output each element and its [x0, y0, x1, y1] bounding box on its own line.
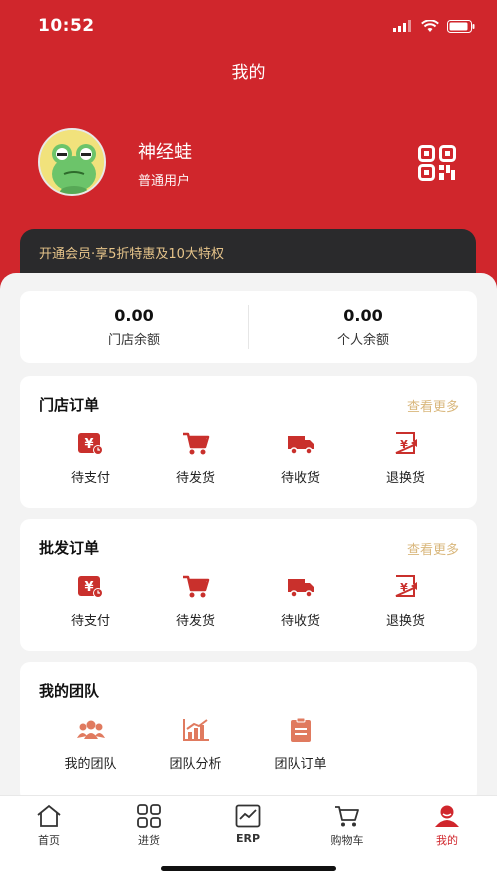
- order-label: 退换货: [385, 614, 425, 629]
- tab-label: ERP: [235, 832, 261, 845]
- view-more-link[interactable]: 查看更多: [407, 539, 459, 558]
- cart-icon: [182, 432, 209, 455]
- order-pending-receipt[interactable]: 待收货: [248, 431, 353, 486]
- order-returns[interactable]: ¥ 退换货: [353, 431, 458, 486]
- user-name: 神经蛙: [138, 142, 192, 163]
- order-pending-shipment[interactable]: 待发货: [143, 574, 248, 629]
- truck-icon: [287, 436, 314, 455]
- personal-balance[interactable]: 0.00 个人余额: [249, 291, 477, 363]
- order-label: 待支付: [70, 614, 110, 629]
- wifi-icon: [421, 19, 439, 32]
- tab-erp[interactable]: ERP: [213, 804, 283, 845]
- order-pending-payment[interactable]: ¥ 待支付: [38, 574, 143, 629]
- vip-banner-text: 开通会员·享5折特惠及10大特权: [39, 247, 224, 262]
- cart-icon: [335, 806, 359, 827]
- store-balance[interactable]: 0.00 门店余额: [20, 291, 248, 363]
- tab-label: 进货: [138, 834, 160, 847]
- balance-value: 0.00: [114, 306, 154, 325]
- signal-icon: [393, 20, 411, 32]
- store-orders-card: 门店订单 查看更多 ¥ 待支付 待发货 待收货 ¥ 退换货: [20, 376, 477, 508]
- tab-home[interactable]: 首页: [14, 804, 84, 848]
- svg-text:¥: ¥: [84, 580, 93, 595]
- order-returns[interactable]: ¥ 退换货: [353, 574, 458, 629]
- view-more-link[interactable]: 查看更多: [407, 396, 459, 415]
- home-indicator: [161, 866, 336, 871]
- order-label: 待发货: [175, 614, 215, 629]
- user-role: 普通用户: [138, 174, 191, 189]
- erp-icon: [235, 804, 261, 828]
- wholesale-orders-card: 批发订单 查看更多 ¥ 待支付 待发货 待收货 ¥ 退换货: [20, 519, 477, 651]
- order-label: 退换货: [385, 471, 425, 486]
- chart-icon: [182, 719, 209, 741]
- status-bar: 10:52: [38, 14, 475, 38]
- return-icon: ¥: [395, 432, 417, 454]
- order-label: 待收货: [280, 614, 320, 629]
- balance-value: 0.00: [343, 306, 383, 325]
- clipboard-icon: [290, 717, 311, 742]
- section-title: 门店订单: [39, 396, 100, 414]
- return-icon: ¥: [395, 575, 417, 597]
- tab-cart[interactable]: 购物车: [312, 804, 382, 848]
- order-pending-receipt[interactable]: 待收货: [248, 574, 353, 629]
- order-pending-shipment[interactable]: 待发货: [143, 431, 248, 486]
- tab-label: 我的: [436, 834, 458, 847]
- section-title: 我的团队: [39, 682, 100, 700]
- balance-label: 门店余额: [107, 333, 160, 348]
- tab-mine[interactable]: 我的: [412, 804, 482, 848]
- main-content: 0.00 门店余额 0.00 个人余额 门店订单 查看更多 ¥ 待支付 待发货 …: [0, 273, 497, 802]
- tab-label: 购物车: [330, 834, 364, 847]
- order-label: 待收货: [280, 471, 320, 486]
- order-label: 待支付: [70, 471, 110, 486]
- team-analysis[interactable]: 团队分析: [143, 717, 248, 772]
- team-label: 团队订单: [274, 757, 327, 772]
- svg-text:¥: ¥: [84, 437, 93, 452]
- grid-icon: [137, 804, 161, 828]
- team-card: 我的团队 我的团队 团队分析 团队订单: [20, 662, 477, 802]
- status-time: 10:52: [38, 16, 95, 36]
- page-title: 我的: [231, 63, 266, 83]
- user-icon: [435, 805, 459, 827]
- home-icon: [37, 804, 61, 827]
- order-label: 待发货: [175, 471, 215, 486]
- team-label: 团队分析: [169, 757, 222, 772]
- tab-stock[interactable]: 进货: [114, 804, 184, 848]
- battery-icon: [447, 19, 475, 33]
- section-title: 批发订单: [39, 539, 100, 557]
- team-my-team[interactable]: 我的团队: [38, 717, 143, 772]
- qr-code-icon[interactable]: [418, 145, 456, 181]
- order-pending-payment[interactable]: ¥ 待支付: [38, 431, 143, 486]
- people-icon: [76, 720, 105, 739]
- truck-icon: [287, 579, 314, 598]
- payment-icon: ¥: [77, 433, 103, 455]
- svg-text:¥: ¥: [400, 581, 408, 594]
- balance-card: 0.00 门店余额 0.00 个人余额: [20, 291, 477, 363]
- team-label: 我的团队: [64, 757, 117, 772]
- team-orders[interactable]: 团队订单: [248, 717, 353, 772]
- svg-text:¥: ¥: [400, 438, 408, 451]
- avatar[interactable]: [38, 128, 106, 196]
- tab-label: 首页: [38, 834, 60, 847]
- balance-label: 个人余额: [336, 333, 389, 348]
- payment-icon: ¥: [77, 576, 103, 598]
- cart-icon: [182, 575, 209, 598]
